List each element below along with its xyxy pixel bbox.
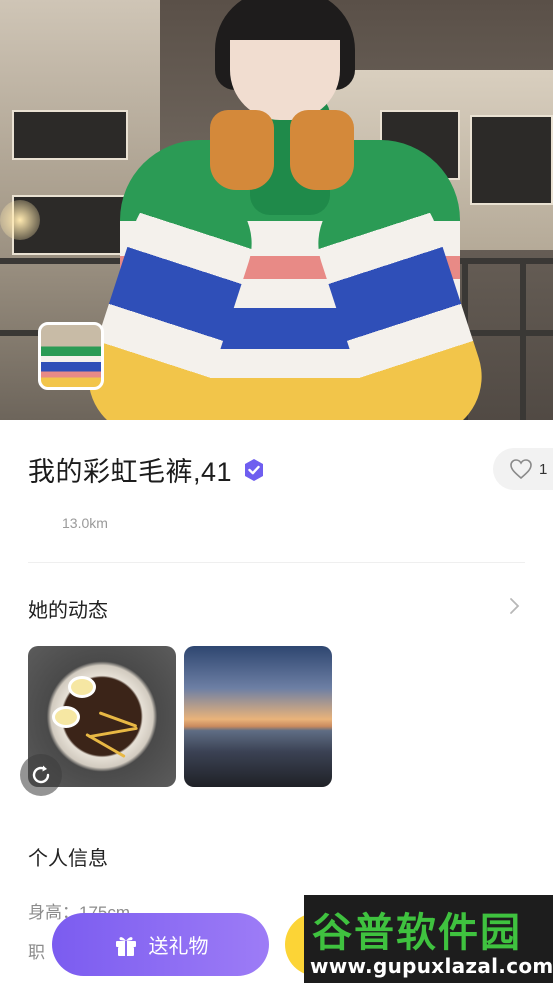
gift-icon <box>115 936 136 956</box>
lamp-glow <box>0 200 40 240</box>
verified-badge-icon <box>245 458 264 481</box>
noodle <box>85 732 126 759</box>
profile-photo[interactable] <box>0 0 553 420</box>
moment-photo-sunset[interactable] <box>184 646 332 787</box>
profile-name: 我的彩虹毛裤,41 <box>28 457 233 487</box>
occupation-info: 职 <box>28 943 45 962</box>
chevron-right-icon[interactable] <box>507 596 521 616</box>
noodle <box>98 711 138 728</box>
left-glove <box>210 110 274 190</box>
heart-outline-icon <box>510 459 532 480</box>
egg <box>52 706 80 728</box>
watermark-url: www.gupuxlazal.com <box>310 954 553 978</box>
section-divider <box>28 562 525 563</box>
building-window <box>470 115 553 205</box>
watermark-logo: 谷普软件园 <box>312 910 522 956</box>
profile-name-row: 我的彩虹毛裤,41 <box>28 450 266 489</box>
right-glove <box>290 110 354 190</box>
rotate-button[interactable] <box>20 754 62 796</box>
egg <box>68 676 96 698</box>
noodle <box>88 726 138 739</box>
photo-thumbnail[interactable] <box>38 322 104 390</box>
railing-post <box>520 258 526 420</box>
like-button[interactable]: 1 <box>493 448 553 490</box>
send-gift-button[interactable]: 送礼物 <box>52 913 269 976</box>
send-gift-label: 送礼物 <box>148 936 209 958</box>
distance-text: 13.0km <box>62 515 108 531</box>
rotate-icon <box>32 765 50 784</box>
person-figure <box>72 0 498 420</box>
moments-title[interactable]: 她的动态 <box>28 594 108 623</box>
like-count: 1 <box>539 460 548 478</box>
personal-info-title: 个人信息 <box>28 848 108 870</box>
